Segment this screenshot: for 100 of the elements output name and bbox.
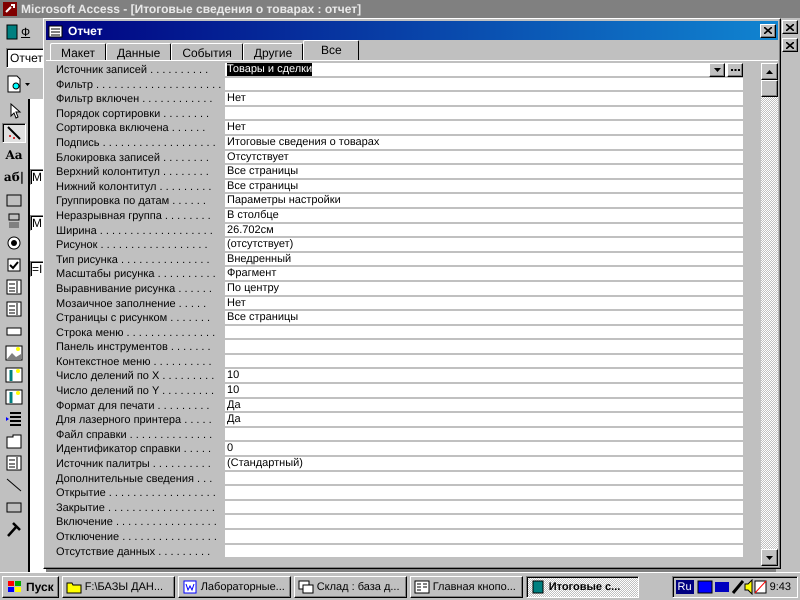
language-indicator[interactable]: Ru <box>676 580 694 594</box>
property-value-field[interactable]: Параметры настройки <box>225 194 743 209</box>
scroll-up-button[interactable] <box>761 63 778 80</box>
property-value-field[interactable]: 26.702см <box>225 224 743 238</box>
scroll-down-button[interactable] <box>761 549 778 566</box>
taskbar-button[interactable]: Главная кнопо... <box>410 576 523 598</box>
build-button[interactable] <box>727 63 743 77</box>
property-label: Выравнивание рисунка . . . . . . <box>55 282 213 296</box>
taskbar-button[interactable]: Склад : база д... <box>294 576 407 598</box>
property-value-field[interactable] <box>225 340 743 355</box>
property-label: Источник палитры . . . . . . . . . . <box>55 457 212 472</box>
property-value-field[interactable]: (Стандартный) <box>225 457 743 472</box>
property-value-field[interactable] <box>225 500 743 516</box>
design-field[interactable]: =I <box>30 261 44 277</box>
app-title: Microsoft Access - [Итоговые сведения о товарах : отчет] <box>21 2 362 16</box>
tools-icon <box>5 521 23 537</box>
tab[interactable]: Макет <box>50 43 106 60</box>
property-value: (Стандартный) <box>227 457 303 470</box>
property-value-field[interactable]: Нет <box>225 296 743 312</box>
close-icon <box>786 42 794 48</box>
checkbox-icon <box>5 257 23 273</box>
property-value-field[interactable]: Нет <box>225 121 743 136</box>
property-value-field[interactable]: Товары и сделки <box>225 63 743 78</box>
dropdown-button[interactable] <box>709 63 725 77</box>
image-icon <box>5 345 23 361</box>
down-arrow-icon <box>766 556 773 560</box>
property-label: Формат для печати . . . . . . . . . <box>55 398 210 414</box>
property-value-field[interactable]: Итоговые сведения о товарах <box>225 136 743 151</box>
property-value-field[interactable]: 0 <box>225 442 743 458</box>
tab-icon <box>5 433 23 449</box>
property-value-field[interactable] <box>225 428 743 442</box>
property-label: Сортировка включена . . . . . . <box>55 121 206 136</box>
menu-item[interactable]: Ф <box>21 25 30 39</box>
property-value: Все страницы <box>227 311 298 324</box>
close-icon <box>786 24 794 30</box>
toolbox-tool[interactable] <box>2 123 26 143</box>
property-value-field[interactable]: По центру <box>225 282 743 296</box>
object-icon <box>5 389 23 405</box>
design-field[interactable]: M <box>30 215 44 231</box>
property-label: Рисунок . . . . . . . . . . . . . . . . . . <box>55 238 209 253</box>
property-label: Идентификатор справки . . . . . <box>55 442 212 458</box>
property-value-field[interactable] <box>225 530 743 545</box>
book-icon <box>6 24 18 40</box>
property-value-field[interactable] <box>225 326 743 340</box>
property-value: Все страницы <box>227 165 298 178</box>
tab[interactable]: Данные <box>106 43 172 60</box>
property-label: Подпись . . . . . . . . . . . . . . . . . . . <box>55 136 217 151</box>
print-preview-icon[interactable] <box>6 75 32 93</box>
design-field[interactable]: M <box>30 169 44 185</box>
property-value-field[interactable]: Все страницы <box>225 311 743 326</box>
property-label: Нижний колонтитул . . . . . . . . . <box>55 180 212 194</box>
property-value-field[interactable]: (отсутствует) <box>225 238 743 253</box>
tab[interactable]: Все <box>303 40 360 60</box>
dialog-title: Отчет <box>68 24 103 38</box>
property-value: Да <box>227 413 241 426</box>
property-value-field[interactable]: Все страницы <box>225 180 743 194</box>
object-combo[interactable]: Отчет <box>6 48 46 68</box>
close-button[interactable] <box>782 20 798 34</box>
property-value-field[interactable]: Внедренный <box>225 252 743 268</box>
taskbar-button[interactable]: F:\БАЗЫ ДАН... <box>62 576 175 598</box>
property-value-field[interactable]: 10 <box>225 369 743 384</box>
property-value-field[interactable] <box>225 515 743 530</box>
scrollbar-thumb[interactable] <box>761 80 778 97</box>
property-label: Неразрывная группа . . . . . . . . <box>55 208 212 224</box>
property-value: 26.702см <box>227 224 274 237</box>
property-value-field[interactable]: В столбце <box>225 208 743 224</box>
property-value-field[interactable]: 10 <box>225 384 743 399</box>
property-label: Масштабы рисунка . . . . . . . . . . <box>55 267 217 282</box>
property-value-field[interactable] <box>225 354 743 370</box>
property-value-field[interactable]: Фрагмент <box>225 267 743 282</box>
property-value-field[interactable]: Да <box>225 413 743 428</box>
close-button[interactable] <box>760 24 776 38</box>
property-label: Файл справки . . . . . . . . . . . . . . <box>55 428 214 442</box>
start-button[interactable]: Пуск <box>2 576 59 598</box>
property-value-field[interactable] <box>225 472 743 486</box>
tab[interactable]: Другие <box>242 43 304 60</box>
tab[interactable]: События <box>171 43 243 60</box>
taskbar-button[interactable]: Лабораторные... <box>178 576 291 598</box>
taskbar-button[interactable]: Итоговые с... <box>526 576 639 598</box>
property-value-field[interactable] <box>225 544 743 560</box>
property-value: Внедренный <box>227 252 292 266</box>
property-value: Нет <box>227 92 246 106</box>
property-label: Ширина . . . . . . . . . . . . . . . . . . . <box>55 224 214 238</box>
property-value-field[interactable]: Отсутствует <box>225 150 743 166</box>
property-value-field[interactable]: Да <box>225 398 743 414</box>
property-value-field[interactable]: Нет <box>225 92 743 107</box>
property-value: 0 <box>227 442 234 456</box>
tray-icons-drawing <box>696 578 767 594</box>
property-value: Товары и сделки <box>227 63 312 76</box>
close-button[interactable] <box>782 38 798 52</box>
page-break-icon <box>5 411 23 427</box>
property-value-field[interactable] <box>225 106 743 122</box>
property-label: Мозаичное заполнение . . . . . <box>55 296 208 312</box>
property-value-field[interactable] <box>225 486 743 501</box>
property-value-field[interactable] <box>225 78 743 92</box>
close-icon <box>764 27 772 34</box>
folder-icon <box>66 580 82 594</box>
property-value-field[interactable]: Все страницы <box>225 165 743 180</box>
property-value: 10 <box>227 369 240 382</box>
property-value: Параметры настройки <box>227 194 341 208</box>
